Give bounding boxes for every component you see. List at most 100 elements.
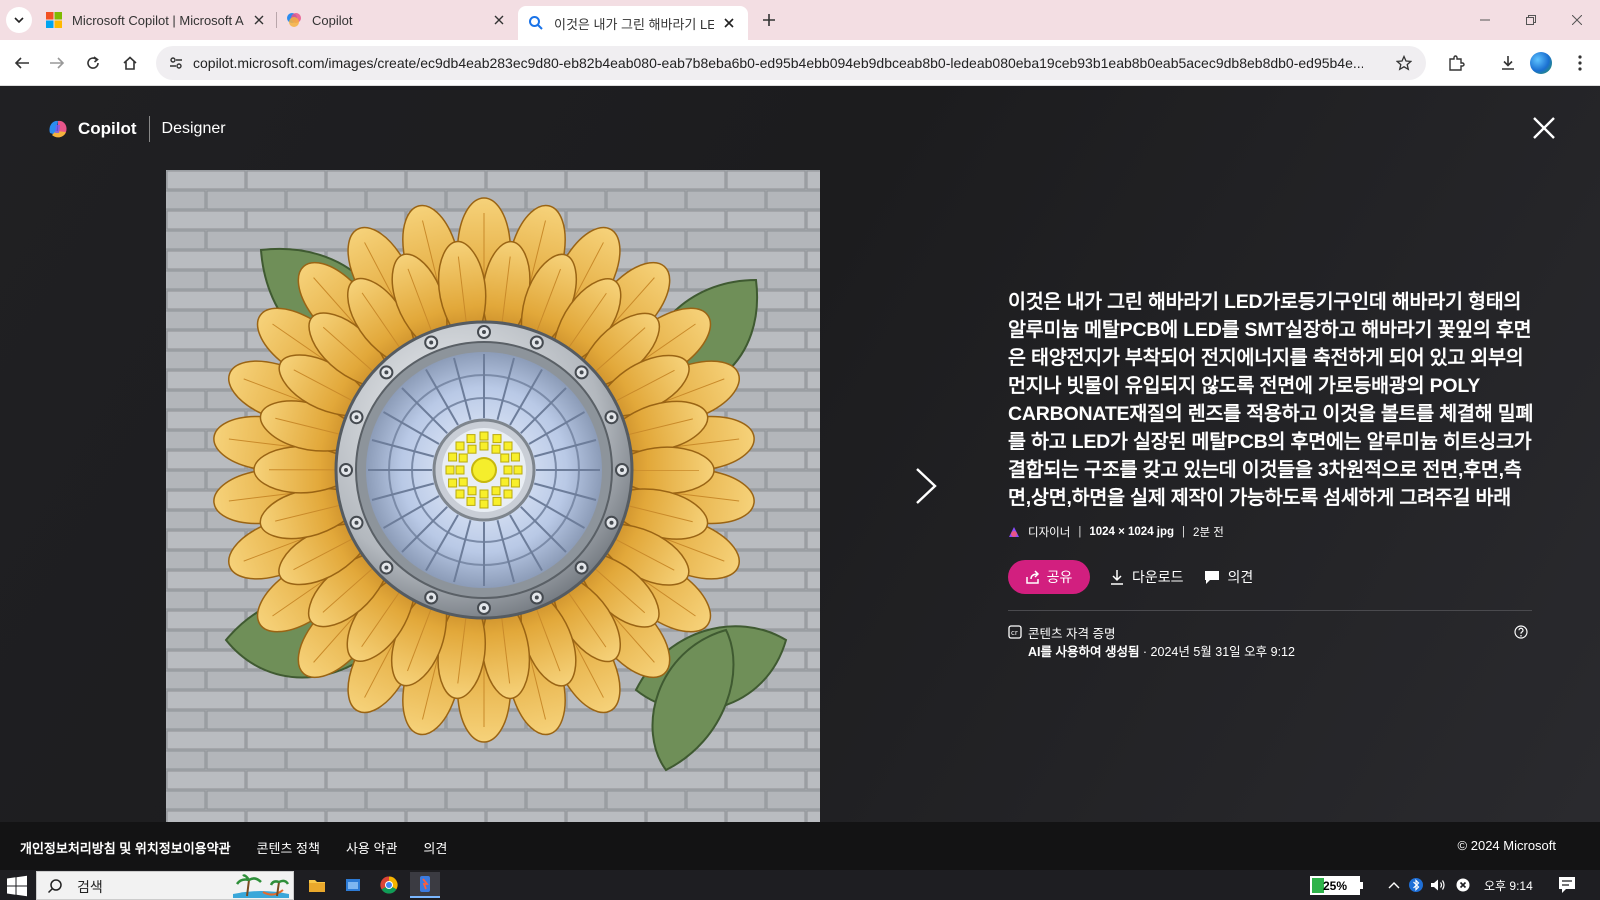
- brand-divider: [148, 116, 150, 142]
- microsoft-logo-icon: [46, 12, 62, 28]
- taskbar-active-app[interactable]: [410, 872, 440, 898]
- url-text[interactable]: copilot.microsoft.com/images/create/ec9d…: [193, 55, 1363, 71]
- new-tab-button[interactable]: [758, 9, 780, 31]
- credentials-info: AI를 사용하여 생성됨 · 2024년 5월 31일 오후 9:12: [1028, 641, 1295, 660]
- app-window-icon: [346, 879, 360, 891]
- comment-icon: [1204, 570, 1219, 584]
- windows-start-icon[interactable]: [6, 875, 28, 897]
- footer-link-privacy[interactable]: 개인정보처리방침 및 위치정보이용약관: [20, 838, 231, 857]
- tray-overflow-button[interactable]: [1386, 877, 1402, 893]
- led-chip: [479, 489, 489, 499]
- notification-center-icon[interactable]: [1558, 876, 1576, 894]
- share-label: 공유: [1046, 569, 1073, 585]
- browser-menu-button[interactable]: [1566, 49, 1594, 77]
- meta-separator: |: [1078, 526, 1082, 538]
- led-chip: [467, 444, 477, 454]
- speaker-icon: [1431, 879, 1445, 891]
- led-chip: [500, 477, 510, 487]
- brand-header[interactable]: Copilot Designer: [46, 116, 226, 142]
- footer-link-feedback[interactable]: 의견: [423, 838, 447, 857]
- footer-link-terms[interactable]: 사용 약관: [346, 838, 397, 857]
- tray-bluetooth[interactable]: [1408, 877, 1424, 893]
- address-bar[interactable]: copilot.microsoft.com/images/create/ec9d…: [156, 46, 1426, 80]
- share-button[interactable]: 공유: [1008, 560, 1090, 594]
- download-icon: [1111, 570, 1123, 585]
- star-icon: [1396, 55, 1412, 71]
- tab-close-icon[interactable]: [720, 14, 738, 32]
- led-chip: [445, 465, 455, 475]
- tray-network[interactable]: [1455, 877, 1471, 893]
- led-chip: [491, 486, 501, 496]
- taskbar-clock[interactable]: 오후 9:14: [1484, 877, 1533, 894]
- close-window-button[interactable]: [1554, 0, 1600, 40]
- led-chip: [455, 441, 465, 451]
- taskbar-file-explorer[interactable]: [302, 872, 332, 898]
- close-icon: [1572, 15, 1582, 25]
- tab-close-icon[interactable]: [250, 11, 268, 29]
- back-button[interactable]: [8, 49, 36, 77]
- browser-toolbar: copilot.microsoft.com/images/create/ec9d…: [0, 40, 1600, 86]
- sunflower-led-streetlight-image: [166, 170, 820, 822]
- arrow-right-icon: [50, 57, 65, 69]
- taskbar-app-window[interactable]: [338, 872, 368, 898]
- search-highlight-beach-icon: [233, 874, 289, 898]
- search-icon: [529, 16, 543, 30]
- download-button[interactable]: 다운로드: [1110, 567, 1184, 587]
- designer-logo-icon: [1009, 527, 1019, 537]
- share-icon: [1025, 570, 1039, 584]
- search-icon: [47, 879, 62, 894]
- tab-image-create[interactable]: 이것은 내가 그린 해바라기 LED: [518, 6, 748, 40]
- footer-link-content-policy[interactable]: 콘텐츠 정책: [257, 838, 320, 857]
- help-icon[interactable]: [1514, 625, 1528, 639]
- led-chip: [503, 441, 513, 451]
- image-viewer-page: Copilot Designer 이것은 내가 그린 해바라기 LED가로등기구…: [0, 86, 1600, 822]
- led-chip: [513, 465, 523, 475]
- copyright: © 2024 Microsoft: [1457, 838, 1556, 853]
- meta-source: 디자이너: [1028, 527, 1071, 539]
- feedback-button[interactable]: 의견: [1204, 567, 1254, 587]
- reload-button[interactable]: [79, 49, 107, 77]
- profile-avatar[interactable]: [1530, 52, 1552, 74]
- tray-volume[interactable]: [1430, 877, 1446, 893]
- reload-icon: [87, 56, 99, 69]
- plus-icon: [763, 14, 775, 26]
- generated-image[interactable]: [166, 170, 820, 822]
- image-details-panel: 이것은 내가 그린 해바라기 LED가로등기구인데 해바라기 형태의 알루미늄 …: [1008, 288, 1536, 663]
- battery-indicator[interactable]: 25%: [1310, 876, 1363, 895]
- meta-time: 2분 전: [1193, 527, 1224, 539]
- meta-dimensions: 1024 × 1024 jpg: [1089, 526, 1175, 538]
- chevron-up-icon: [1388, 882, 1400, 889]
- app-icon: [420, 876, 430, 892]
- tab-copilot[interactable]: Copilot: [286, 0, 508, 40]
- content-credentials: cr 콘텐츠 자격 증명 AI를 사용하여 생성됨 · 2024년 5월 31일…: [1008, 623, 1536, 663]
- bookmark-button[interactable]: [1392, 51, 1416, 75]
- product-name: Designer: [161, 120, 226, 137]
- led-chip: [455, 465, 465, 475]
- feedback-label: 의견: [1227, 569, 1254, 585]
- tab-microsoft-copilot[interactable]: Microsoft Copilot | Microsoft AI: [46, 0, 268, 40]
- tab-search-button[interactable]: [6, 7, 32, 33]
- led-chip: [448, 452, 458, 462]
- extensions-button[interactable]: [1442, 49, 1470, 77]
- minimize-button[interactable]: [1462, 0, 1508, 40]
- led-chip: [479, 499, 489, 509]
- close-viewer-button[interactable]: [1530, 114, 1558, 142]
- minimize-icon: [1480, 19, 1490, 21]
- forward-button[interactable]: [43, 49, 71, 77]
- downloads-button[interactable]: [1494, 49, 1522, 77]
- restore-button[interactable]: [1508, 0, 1554, 40]
- taskbar-chrome[interactable]: [374, 872, 404, 898]
- led-chip: [458, 453, 468, 463]
- tab-close-icon[interactable]: [490, 11, 508, 29]
- meta-separator: |: [1182, 526, 1186, 538]
- site-info-button[interactable]: [164, 51, 188, 75]
- credentials-date: · 2024년 5월 31일 오후 9:12: [1139, 645, 1295, 659]
- led-chip: [448, 478, 458, 488]
- bluetooth-icon: [1409, 878, 1423, 892]
- download-icon: [1502, 56, 1514, 70]
- next-image-button[interactable]: [908, 466, 944, 506]
- led-chip: [492, 496, 502, 506]
- taskbar-search[interactable]: 검색: [36, 871, 294, 900]
- home-button[interactable]: [116, 49, 144, 77]
- led-chip: [503, 465, 513, 475]
